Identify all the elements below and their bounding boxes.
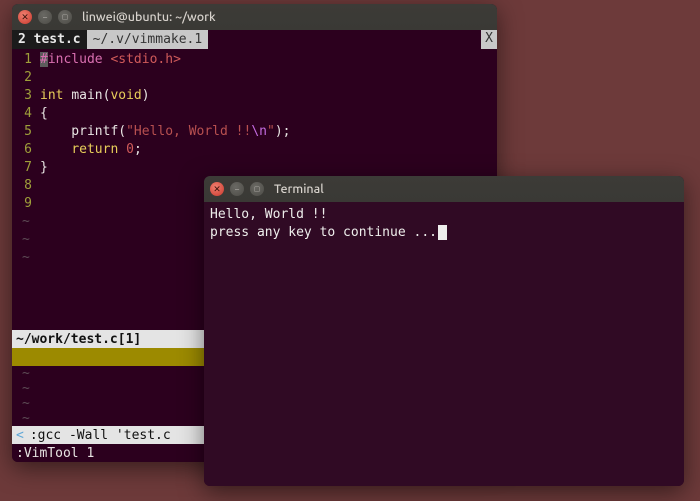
line-number: 8 xyxy=(12,177,40,195)
vim-window-title: linwei@ubuntu: ~/work xyxy=(82,10,216,24)
terminal-line: press any key to continue ... xyxy=(210,225,437,240)
line-number: 7 xyxy=(12,159,40,177)
maximize-icon[interactable] xyxy=(58,10,72,24)
end-of-buffer: ~ xyxy=(12,249,30,267)
cursor-icon xyxy=(438,225,447,240)
line-number: 9 xyxy=(12,195,40,213)
code-line: #include <stdio.h> xyxy=(40,51,181,69)
tab-close-button[interactable]: X xyxy=(481,30,497,49)
line-number: 5 xyxy=(12,123,40,141)
terminal-titlebar[interactable]: Terminal xyxy=(204,176,684,202)
end-of-buffer: ~ xyxy=(12,411,30,426)
code-line: return 0; xyxy=(40,141,142,159)
line-number: 1 xyxy=(12,51,40,69)
end-of-buffer: ~ xyxy=(12,213,30,231)
maximize-icon[interactable] xyxy=(250,182,264,196)
line-number: 6 xyxy=(12,141,40,159)
vim-titlebar[interactable]: linwei@ubuntu: ~/work xyxy=(12,4,497,30)
line-number: 2 xyxy=(12,69,40,87)
tabline-filler xyxy=(208,30,481,49)
close-icon[interactable] xyxy=(210,182,224,196)
code-line: printf("Hello, World !!\n"); xyxy=(40,123,290,141)
minimize-icon[interactable] xyxy=(230,182,244,196)
end-of-buffer: ~ xyxy=(12,381,30,396)
end-of-buffer: ~ xyxy=(12,366,30,381)
minimize-icon[interactable] xyxy=(38,10,52,24)
line-number: 3 xyxy=(12,87,40,105)
terminal-window-title: Terminal xyxy=(274,182,324,196)
terminal-window: Terminal Hello, World !! press any key t… xyxy=(204,176,684,486)
tab-active-label: test.c xyxy=(34,32,81,47)
end-of-buffer: ~ xyxy=(12,231,30,249)
tab-active-index: 2 xyxy=(18,32,26,47)
tab-inactive[interactable]: ~/.v/vimmake.1 xyxy=(87,30,209,49)
line-number: 4 xyxy=(12,105,40,123)
code-line: int main(void) xyxy=(40,87,150,105)
end-of-buffer: ~ xyxy=(12,396,30,411)
vim-tabline: 2 test.c ~/.v/vimmake.1 X xyxy=(12,30,497,49)
quickfix-status-text: :gcc -Wall 'test.c xyxy=(30,428,171,443)
close-icon[interactable] xyxy=(18,10,32,24)
terminal-line: Hello, World !! xyxy=(210,207,327,222)
tab-active[interactable]: 2 test.c xyxy=(12,30,87,49)
code-line: { xyxy=(40,105,48,123)
terminal-body[interactable]: Hello, World !! press any key to continu… xyxy=(204,202,684,486)
code-line: } xyxy=(40,159,48,177)
tab-inactive-label: ~/.v/vimmake.1 xyxy=(93,32,203,47)
truncation-marker: < xyxy=(16,428,30,443)
